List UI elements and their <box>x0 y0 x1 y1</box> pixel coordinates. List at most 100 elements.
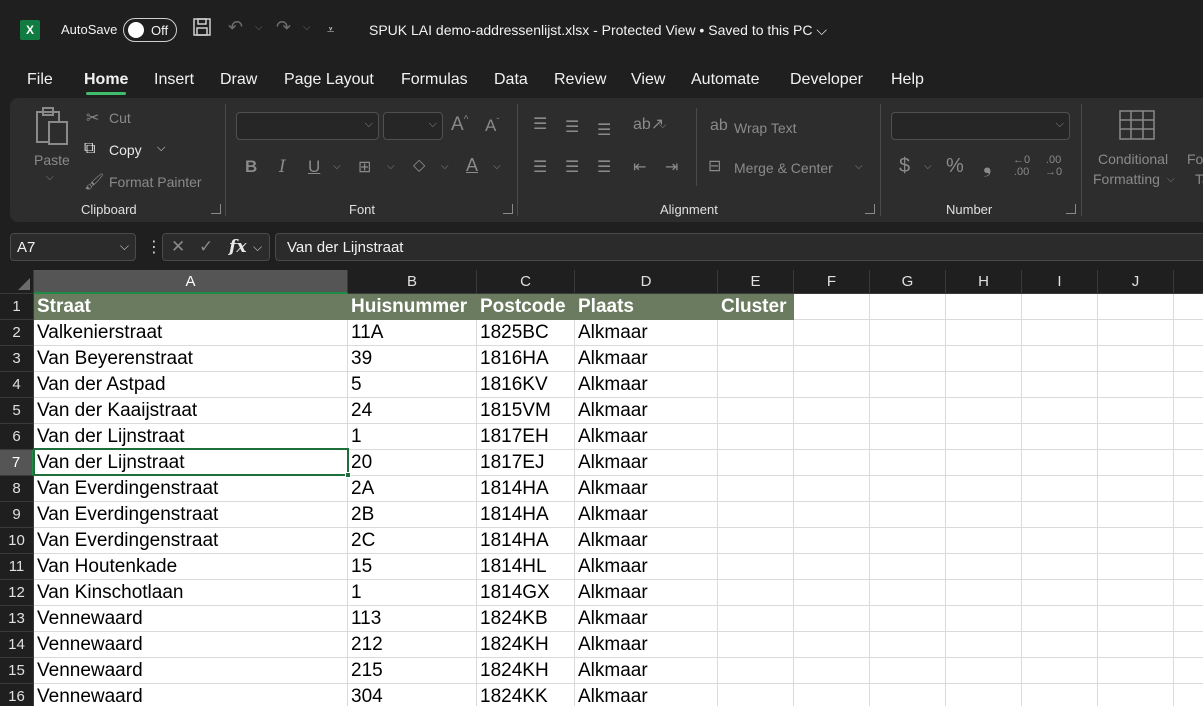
cell-i6[interactable] <box>1022 424 1098 450</box>
percent-button[interactable]: % <box>946 155 964 178</box>
row-header-15[interactable]: 15 <box>0 658 34 684</box>
merge-center-button[interactable]: Merge & Center <box>734 160 833 176</box>
cell-a6[interactable]: Van der Lijnstraat <box>34 424 348 450</box>
cell-e3[interactable] <box>718 346 794 372</box>
cell-h11[interactable] <box>946 554 1022 580</box>
cell-h7[interactable] <box>946 450 1022 476</box>
decrease-decimal-button[interactable]: .00 →0 <box>1045 154 1062 178</box>
cell-k7[interactable] <box>1174 450 1203 476</box>
cell-h4[interactable] <box>946 372 1022 398</box>
cell-c6[interactable]: 1817EH <box>477 424 575 450</box>
shrink-font-button[interactable]: Aˇ <box>485 116 499 136</box>
cell-g11[interactable] <box>870 554 946 580</box>
cell-f10[interactable] <box>794 528 870 554</box>
cell-e5[interactable] <box>718 398 794 424</box>
cell-b13[interactable]: 113 <box>348 606 477 632</box>
cell-a3[interactable]: Van Beyerenstraat <box>34 346 348 372</box>
decrease-indent-icon[interactable]: ⇤ <box>633 157 646 177</box>
row-header-5[interactable]: 5 <box>0 398 34 424</box>
cell-a10[interactable]: Van Everdingenstraat <box>34 528 348 554</box>
cell-j11[interactable] <box>1098 554 1174 580</box>
cell-c1[interactable]: Postcode <box>477 294 575 320</box>
number-format-dropdown[interactable]: ⌵ <box>891 112 1070 140</box>
cell-a14[interactable]: Vennewaard <box>34 632 348 658</box>
cell-b15[interactable]: 215 <box>348 658 477 684</box>
column-header-c[interactable]: C <box>477 270 575 294</box>
row-header-16[interactable]: 16 <box>0 684 34 706</box>
cell-e1[interactable]: Cluster <box>718 294 794 320</box>
cell-f12[interactable] <box>794 580 870 606</box>
font-color-dropdown-icon[interactable]: ⌵ <box>493 161 501 172</box>
cell-d1[interactable]: Plaats <box>575 294 718 320</box>
name-box[interactable]: A7 ⌵ <box>10 233 136 261</box>
alignment-launcher-icon[interactable] <box>865 204 875 214</box>
cell-b7[interactable]: 20 <box>348 450 477 476</box>
cell-c7[interactable]: 1817EJ <box>477 450 575 476</box>
cell-f9[interactable] <box>794 502 870 528</box>
copy-icon[interactable]: ⧉ <box>84 140 95 158</box>
column-header-e[interactable]: E <box>718 270 794 294</box>
cell-g14[interactable] <box>870 632 946 658</box>
cell-b6[interactable]: 1 <box>348 424 477 450</box>
copy-button[interactable]: Copy <box>109 142 142 158</box>
row-header-12[interactable]: 12 <box>0 580 34 606</box>
cell-d12[interactable]: Alkmaar <box>575 580 718 606</box>
cell-j14[interactable] <box>1098 632 1174 658</box>
cell-i13[interactable] <box>1022 606 1098 632</box>
cell-c14[interactable]: 1824KH <box>477 632 575 658</box>
cell-a2[interactable]: Valkenierstraat <box>34 320 348 346</box>
cell-k12[interactable] <box>1174 580 1203 606</box>
cell-k1[interactable] <box>1174 294 1203 320</box>
cell-h5[interactable] <box>946 398 1022 424</box>
tab-developer[interactable]: Developer <box>790 71 863 89</box>
align-bottom-icon[interactable]: ☰ <box>597 120 611 140</box>
chevron-down-icon[interactable]: ⌵ <box>253 240 262 255</box>
cell-g4[interactable] <box>870 372 946 398</box>
cell-j15[interactable] <box>1098 658 1174 684</box>
align-right-icon[interactable]: ☰ <box>597 157 611 177</box>
cell-e14[interactable] <box>718 632 794 658</box>
paste-button[interactable]: Paste <box>34 152 70 168</box>
cell-k16[interactable] <box>1174 684 1203 706</box>
format-painter-icon[interactable]: 🖌 <box>84 172 104 192</box>
cell-a8[interactable]: Van Everdingenstraat <box>34 476 348 502</box>
tab-data[interactable]: Data <box>494 71 528 89</box>
cell-i14[interactable] <box>1022 632 1098 658</box>
cell-d15[interactable]: Alkmaar <box>575 658 718 684</box>
tab-home[interactable]: Home <box>84 71 128 89</box>
font-launcher-icon[interactable] <box>503 204 513 214</box>
cell-b5[interactable]: 24 <box>348 398 477 424</box>
cell-i3[interactable] <box>1022 346 1098 372</box>
cell-e16[interactable] <box>718 684 794 706</box>
cell-f11[interactable] <box>794 554 870 580</box>
merge-center-icon[interactable]: ⊟ <box>708 156 721 176</box>
cell-c9[interactable]: 1814HA <box>477 502 575 528</box>
cell-k5[interactable] <box>1174 398 1203 424</box>
column-header-i[interactable]: I <box>1022 270 1098 294</box>
cell-h16[interactable] <box>946 684 1022 706</box>
cell-g10[interactable] <box>870 528 946 554</box>
format-table-line2[interactable]: Ta <box>1195 171 1203 187</box>
fill-color-icon[interactable]: ◇ <box>413 155 425 175</box>
cell-k2[interactable] <box>1174 320 1203 346</box>
cell-g15[interactable] <box>870 658 946 684</box>
tab-draw[interactable]: Draw <box>220 71 257 89</box>
copy-dropdown-icon[interactable]: ⌵ <box>157 142 165 155</box>
cell-d7[interactable]: Alkmaar <box>575 450 718 476</box>
grow-font-button[interactable]: A^ <box>451 114 468 136</box>
cell-g5[interactable] <box>870 398 946 424</box>
cell-i4[interactable] <box>1022 372 1098 398</box>
column-header-h[interactable]: H <box>946 270 1022 294</box>
cell-e8[interactable] <box>718 476 794 502</box>
cell-k9[interactable] <box>1174 502 1203 528</box>
cell-c5[interactable]: 1815VM <box>477 398 575 424</box>
comma-style-button[interactable]: ❟ <box>983 152 992 178</box>
cell-a11[interactable]: Van Houtenkade <box>34 554 348 580</box>
cell-i15[interactable] <box>1022 658 1098 684</box>
clipboard-launcher-icon[interactable] <box>211 204 221 214</box>
cell-d10[interactable]: Alkmaar <box>575 528 718 554</box>
cell-c16[interactable]: 1824KK <box>477 684 575 706</box>
cell-a16[interactable]: Vennewaard <box>34 684 348 706</box>
cell-c12[interactable]: 1814GX <box>477 580 575 606</box>
row-header-4[interactable]: 4 <box>0 372 34 398</box>
